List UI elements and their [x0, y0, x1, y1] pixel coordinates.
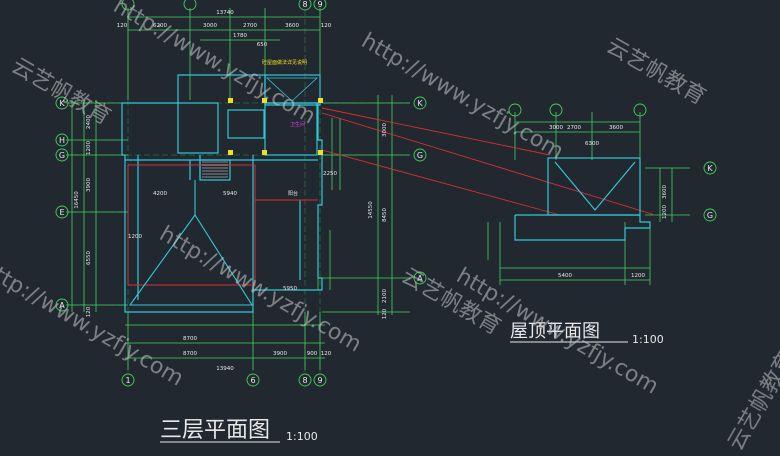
- axis-label-row: G: [707, 211, 713, 220]
- dim-roof-side: 1200: [662, 205, 668, 219]
- cad-drawing-viewport: K H G E A K G A 1 6 8 9 8 9 K G 13740 62…: [0, 0, 780, 455]
- axis-label-col: 9: [317, 376, 322, 385]
- dim-roof-side: 3600: [662, 185, 668, 199]
- dim-top-segment: 3600: [285, 23, 299, 29]
- dim-top-overall: 13740: [216, 10, 234, 16]
- dim-top-segment: 3000: [203, 23, 217, 29]
- title-roof-scale: 1:100: [632, 333, 664, 346]
- dim-bottom: 8700: [183, 351, 197, 357]
- dim-bottom: 120: [321, 351, 332, 357]
- dim-right: 3000: [382, 123, 388, 137]
- watermark-url: http://www.yzfjy.com: [0, 256, 188, 392]
- dim-left: 16450: [74, 191, 80, 209]
- dim-roof-top: 3000: [549, 125, 563, 131]
- dim-misc: 1200: [128, 234, 142, 240]
- dim-roof-bottom: 5400: [558, 273, 572, 279]
- dim-roof-bottom: 1200: [631, 273, 645, 279]
- axis-label-col: 9: [317, 0, 322, 9]
- axis-label-row: K: [707, 164, 713, 173]
- dim-right: 120: [382, 308, 388, 319]
- roof-plan-walls: [514, 157, 651, 241]
- dim-top-segment: 2700: [243, 23, 257, 29]
- dim-left: 6550: [86, 251, 92, 265]
- dim-misc: 4200: [153, 191, 167, 197]
- dim-bottom: 3900: [273, 351, 287, 357]
- dim-misc: 2250: [323, 171, 337, 177]
- axis-label-col: 6: [250, 376, 255, 385]
- watermark-url: http://www.yzfjy.com: [689, 0, 780, 3]
- watermark-url: http://www.yzfjy.com: [357, 29, 568, 165]
- staircase: [202, 161, 228, 178]
- dim-right: 2100: [382, 289, 388, 303]
- dim-bottom: 900: [307, 351, 318, 357]
- dim-roof-inner: 6300: [585, 141, 599, 147]
- room-label: 阳台: [288, 190, 298, 197]
- dim-roof-top: 3600: [609, 125, 623, 131]
- axis-label-col: 1: [125, 376, 130, 385]
- dim-right: 14550: [368, 201, 374, 219]
- axis-label-row: K: [417, 99, 423, 108]
- watermark-brand: 云艺帆教育: [602, 34, 710, 111]
- axis-label-row: E: [59, 208, 64, 217]
- title-floor3-scale: 1:100: [286, 430, 318, 443]
- axis-label-col: 8: [302, 0, 307, 9]
- dim-misc: 5940: [223, 191, 237, 197]
- dimension-text-vertical: 2400 1200 3900 6550 16450 120 3000 8450 …: [74, 115, 668, 320]
- dim-bottom-overall: 13940: [216, 366, 234, 372]
- watermark-brand: 云艺帆教育: [7, 54, 115, 131]
- dim-roof-top: 2700: [567, 125, 581, 131]
- dim-top-segment: 120: [321, 23, 332, 29]
- cad-drawing: K H G E A K G A 1 6 8 9 8 9 K G 13740 62…: [0, 0, 780, 455]
- dim-left: 3900: [86, 178, 92, 192]
- dim-misc: 1780: [233, 33, 247, 39]
- title-floor3: 三层平面图: [160, 418, 270, 443]
- watermarks: http://www.yzfjy.com http://www.yzfjy.co…: [0, 0, 780, 455]
- dim-bottom: 8700: [183, 336, 197, 342]
- axis-label-row: G: [59, 151, 65, 160]
- axis-label-row: G: [417, 151, 423, 160]
- dim-right: 8450: [382, 208, 388, 222]
- watermark-brand: 云艺帆教育: [724, 347, 780, 452]
- dim-left: 1200: [86, 141, 92, 155]
- note-roof: 砼屋面做法详见说明: [262, 59, 307, 66]
- axis-label-col: 8: [302, 376, 307, 385]
- dim-misc: 650: [257, 42, 268, 48]
- axis-label-row: H: [59, 136, 65, 145]
